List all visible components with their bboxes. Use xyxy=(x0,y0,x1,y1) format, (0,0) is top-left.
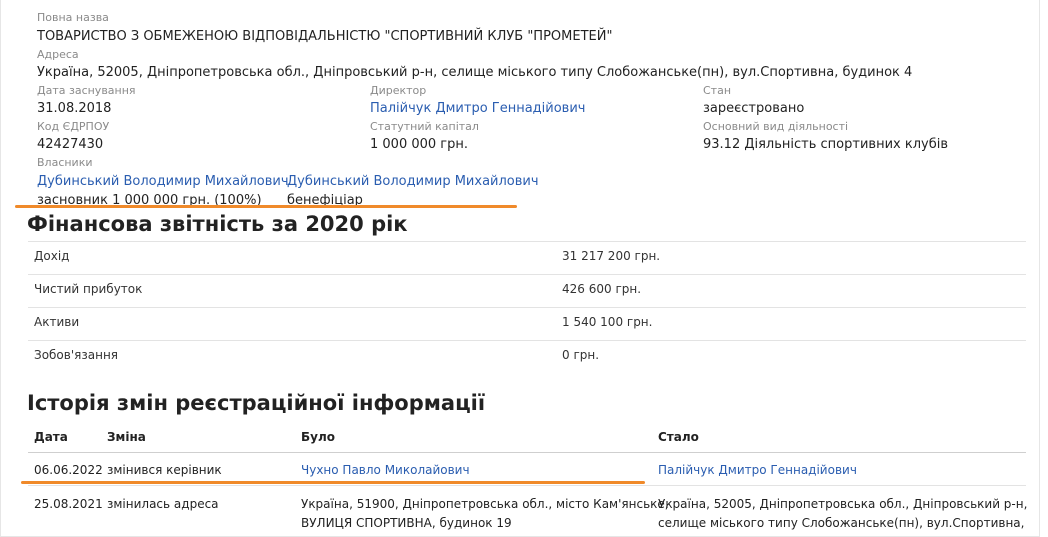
history-title: Історія змін реєстраційної інформації xyxy=(27,391,486,415)
finance-row: Дохід 31 217 200 грн. xyxy=(28,242,1026,275)
company-card: Повна назва ТОВАРИСТВО З ОБМЕЖЕНОЮ ВІДПО… xyxy=(0,0,1040,537)
director-label: Директор xyxy=(370,84,427,97)
finance-row-value: 1 540 100 грн. xyxy=(562,315,653,329)
history-header-date: Дата xyxy=(34,430,68,444)
address-label: Адреса xyxy=(37,48,79,61)
finance-row: Активи 1 540 100 грн. xyxy=(28,308,1026,341)
status-label: Стан xyxy=(703,84,732,97)
history-header-change: Зміна xyxy=(107,430,146,444)
founded-label: Дата заснування xyxy=(37,84,136,97)
finance-row-value: 426 600 грн. xyxy=(562,282,642,296)
status-value: зареєстровано xyxy=(703,101,805,116)
history-header-was: Було xyxy=(301,430,336,444)
history-row-was-line: ВУЛИЦЯ СПОРТИВНА, будинок 19 xyxy=(301,516,512,530)
divider xyxy=(28,452,1026,453)
finance-row: Зобов'язання 0 грн. xyxy=(28,341,1026,373)
finance-row-label: Активи xyxy=(34,315,80,329)
beneficiary-link[interactable]: Дубинський Володимир Михайлович xyxy=(287,174,539,189)
finance-row: Чистий прибуток 426 600 грн. xyxy=(28,275,1026,308)
director-link[interactable]: Палійчук Дмитро Геннадійович xyxy=(370,101,585,116)
history-row-was-line: Україна, 51900, Дніпропетровська обл., м… xyxy=(301,497,669,511)
activity-value: 93.12 Діяльність спортивних клубів xyxy=(703,137,948,152)
highlight-underline xyxy=(21,481,645,484)
finance-row-value: 0 грн. xyxy=(562,348,600,362)
history-row-change: змінився керівник xyxy=(107,463,222,477)
finance-row-label: Зобов'язання xyxy=(34,348,119,362)
founded-date: 31.08.2018 xyxy=(37,101,112,116)
highlight-underline xyxy=(15,205,517,208)
finance-title: Фінансова звітність за 2020 рік xyxy=(27,212,408,236)
edrpou-label: Код ЄДРПОУ xyxy=(37,120,110,133)
activity-label: Основний вид діяльності xyxy=(703,120,849,133)
finance-row-label: Дохід xyxy=(34,249,70,263)
history-row-change: змінилась адреса xyxy=(107,497,219,511)
full-name-label: Повна назва xyxy=(37,11,109,24)
capital-value: 1 000 000 грн. xyxy=(370,137,469,152)
owners-label: Власники xyxy=(37,156,93,169)
history-row-date: 25.08.2021 xyxy=(34,497,103,511)
address: Україна, 52005, Дніпропетровська обл., Д… xyxy=(37,65,913,80)
full-name: ТОВАРИСТВО З ОБМЕЖЕНОЮ ВІДПОВІДАЛЬНІСТЮ … xyxy=(37,29,613,44)
history-row-date: 06.06.2022 xyxy=(34,463,103,477)
history-header-became: Стало xyxy=(658,430,699,444)
history-row-was-link[interactable]: Чухно Павло Миколайович xyxy=(301,463,470,477)
history-row-became-line: Україна, 52005, Дніпропетровська обл., Д… xyxy=(658,497,1028,511)
history-row-became-line: селище міського типу Слобожанське(пн), в… xyxy=(658,516,1025,530)
history-row-became-link[interactable]: Палійчук Дмитро Геннадійович xyxy=(658,463,857,477)
divider xyxy=(28,485,1026,486)
capital-label: Статутний капітал xyxy=(370,120,479,133)
finance-row-label: Чистий прибуток xyxy=(34,282,143,296)
edrpou-value: 42427430 xyxy=(37,137,104,152)
finance-row-value: 31 217 200 грн. xyxy=(562,249,661,263)
owner-link[interactable]: Дубинський Володимир Михайлович xyxy=(37,174,289,189)
